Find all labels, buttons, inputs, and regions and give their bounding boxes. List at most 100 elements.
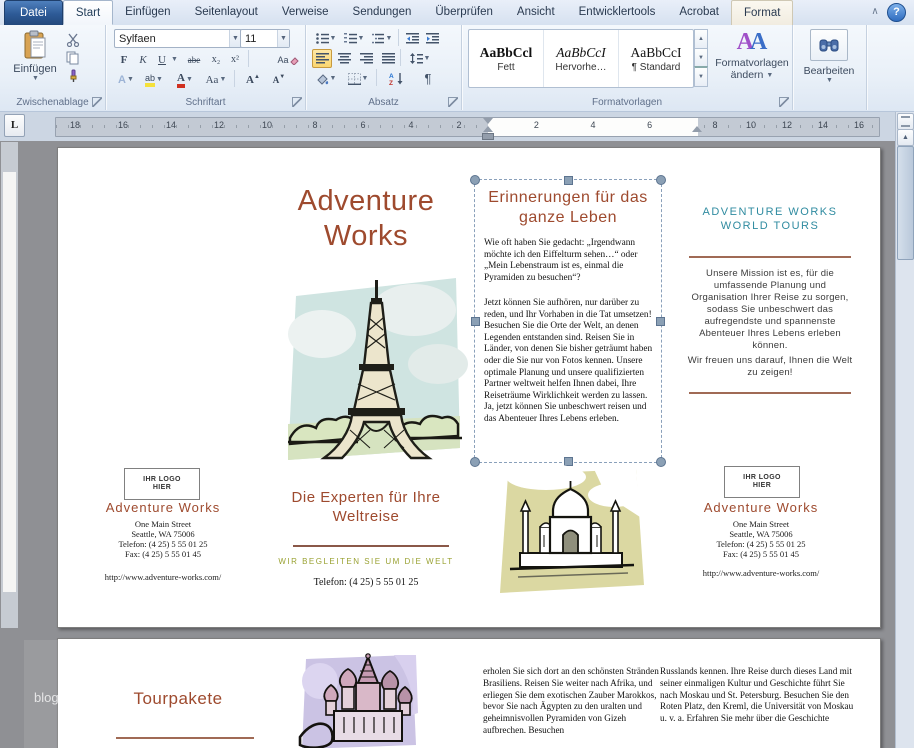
center-phone[interactable]: Telefon: (4 25) 5 55 01 25 xyxy=(281,577,451,588)
copy-button[interactable] xyxy=(64,49,96,67)
selection-handle-bottom-left[interactable] xyxy=(470,457,480,467)
selection-handle-middle-right[interactable] xyxy=(656,317,665,326)
grow-font-button[interactable]: A▲ xyxy=(240,70,266,89)
tab-verweise[interactable]: Verweise xyxy=(270,0,341,25)
taj-mahal-image[interactable] xyxy=(486,465,656,605)
memories-paragraph-1[interactable]: Wie oft haben Sie gedacht: „Irgendwann m… xyxy=(484,238,653,284)
address-block-right[interactable]: One Main Street Seattle, WA 75006 Telefo… xyxy=(671,519,851,559)
selection-handle-middle-left[interactable] xyxy=(471,317,480,326)
vertical-scrollbar[interactable]: ▲ xyxy=(895,112,914,748)
font-color-button[interactable]: A▼ xyxy=(170,70,200,89)
tab-format[interactable]: Format xyxy=(731,0,793,25)
first-line-indent-marker[interactable] xyxy=(483,118,493,124)
font-size-combo[interactable]: 11 ▼ xyxy=(240,29,290,48)
selection-handle-top-center[interactable] xyxy=(564,176,573,185)
borders-button[interactable]: ▼ xyxy=(344,69,372,88)
align-left-button[interactable] xyxy=(312,49,332,68)
sort-button[interactable]: AZ xyxy=(382,69,412,88)
page2-column-middle[interactable]: erholen Sie sich dort an den schönsten S… xyxy=(483,666,663,737)
scroll-up-button[interactable]: ▲ xyxy=(897,129,914,146)
help-button[interactable]: ? xyxy=(887,3,906,22)
bullets-button[interactable]: ▼ xyxy=(312,29,340,48)
bold-button[interactable]: F xyxy=(114,50,134,69)
logo-placeholder-left[interactable]: IHR LOGO HIER xyxy=(124,468,200,500)
right-indent-marker[interactable] xyxy=(692,126,702,132)
page2-heading[interactable]: Tourpakete xyxy=(113,689,243,709)
decrease-indent-button[interactable] xyxy=(402,29,422,48)
tab-entwicklertools[interactable]: Entwicklertools xyxy=(567,0,668,25)
world-tours-heading[interactable]: ADVENTURE WORKS WORLD TOURS xyxy=(689,205,851,233)
tab-acrobat[interactable]: Acrobat xyxy=(667,0,731,25)
address-block-left[interactable]: One Main Street Seattle, WA 75006 Telefo… xyxy=(73,519,253,559)
italic-button[interactable]: K xyxy=(133,50,153,69)
font-name-combo[interactable]: Sylfaen ▼ xyxy=(114,29,242,48)
document-page-2[interactable]: Tourpakete xyxy=(57,638,881,748)
document-page-1[interactable]: IHR LOGO HIER Adventure Works One Main S… xyxy=(57,147,881,628)
dialog-launcher-icon[interactable] xyxy=(92,97,102,107)
center-banner[interactable]: WIR BEGLEITEN SIE UM DIE WELT xyxy=(261,557,471,566)
selected-text-box[interactable]: Erinnerungen für das ganze Leben Wie oft… xyxy=(474,179,662,463)
tab-einfuegen[interactable]: Einfügen xyxy=(113,0,182,25)
numbering-button[interactable]: ▼ xyxy=(340,29,368,48)
align-right-button[interactable] xyxy=(356,49,376,68)
style-fett[interactable]: AaBbCcl Fett xyxy=(469,30,544,87)
brochure-title[interactable]: Adventure Works xyxy=(256,184,476,254)
dialog-launcher-icon[interactable] xyxy=(292,97,302,107)
company-name-right[interactable]: Adventure Works xyxy=(671,500,851,515)
dialog-launcher-icon[interactable] xyxy=(448,97,458,107)
st-basils-cathedral-image[interactable] xyxy=(298,653,423,748)
mission-text[interactable]: Unsere Mission ist es, für die umfassend… xyxy=(687,268,853,352)
tab-start[interactable]: Start xyxy=(63,0,113,25)
selection-handle-top-right[interactable] xyxy=(656,175,666,185)
change-styles-button[interactable]: AA Formatvorlagen ändern▼ xyxy=(716,29,788,81)
shading-button[interactable]: ▼ xyxy=(312,69,340,88)
selection-handle-top-left[interactable] xyxy=(470,175,480,185)
selection-handle-bottom-right[interactable] xyxy=(656,457,666,467)
left-indent-marker[interactable] xyxy=(482,133,494,140)
tab-seitenlayout[interactable]: Seitenlayout xyxy=(183,0,270,25)
increase-indent-button[interactable] xyxy=(422,29,442,48)
dialog-launcher-icon[interactable] xyxy=(779,97,789,107)
styles-scroll-up-button[interactable]: ▲ xyxy=(694,29,708,49)
mission-closing-text[interactable]: Wir freuen uns darauf, Ihnen die Welt zu… xyxy=(687,355,853,379)
ruler-toggle-button[interactable] xyxy=(897,113,914,130)
align-center-button[interactable] xyxy=(334,49,354,68)
style-standard[interactable]: AaBbCcI ¶ Standard xyxy=(619,30,693,87)
text-effects-button[interactable]: A▼ xyxy=(114,70,138,89)
center-tagline[interactable]: Die Experten für Ihre Weltreise xyxy=(281,488,451,526)
styles-gallery-more-button[interactable]: ▼ xyxy=(694,66,708,87)
tab-ueberpruefen[interactable]: Überprüfen xyxy=(423,0,505,25)
memories-paragraph-2[interactable]: Jetzt können Sie aufhören, nur darüber z… xyxy=(484,298,653,426)
page2-column-right[interactable]: Russlands kennen. Ihre Reise durch diese… xyxy=(660,666,856,725)
style-hervorhebung[interactable]: AaBbCcI Hervorhe… xyxy=(544,30,619,87)
eiffel-tower-image[interactable] xyxy=(286,272,468,470)
company-name-left[interactable]: Adventure Works xyxy=(73,500,253,515)
website-url-right[interactable]: http://www.adventure-works.com/ xyxy=(671,568,851,578)
horizontal-ruler[interactable]: 181614 12108 642 246 81012 1416 xyxy=(55,117,880,137)
multilevel-list-button[interactable]: ▼ xyxy=(368,29,396,48)
clear-formatting-button[interactable]: Aa xyxy=(274,50,302,69)
tab-ansicht[interactable]: Ansicht xyxy=(505,0,567,25)
pilcrow-button[interactable]: ¶ xyxy=(418,69,438,88)
strikethrough-button[interactable]: abe xyxy=(181,50,207,69)
tab-sendungen[interactable]: Sendungen xyxy=(341,0,424,25)
styles-scroll-down-button[interactable]: ▼ xyxy=(694,48,708,68)
justify-button[interactable] xyxy=(378,49,398,68)
tab-selector[interactable]: L xyxy=(4,114,25,137)
logo-placeholder-right[interactable]: IHR LOGO HIER xyxy=(724,466,800,498)
scrollbar-thumb[interactable] xyxy=(897,146,914,260)
highlight-button[interactable]: ab▼ xyxy=(139,70,169,89)
tab-datei[interactable]: Datei xyxy=(4,0,63,25)
superscript-button[interactable]: x² xyxy=(225,50,245,69)
memories-heading[interactable]: Erinnerungen für das ganze Leben xyxy=(479,188,657,228)
shrink-font-button[interactable]: A▼ xyxy=(266,70,292,89)
font-size-dropdown-icon[interactable]: ▼ xyxy=(277,30,289,47)
cut-button[interactable] xyxy=(64,31,96,49)
format-painter-button[interactable] xyxy=(64,67,96,85)
subscript-button[interactable]: x₂ xyxy=(206,50,226,69)
change-case-button[interactable]: Aa▼ xyxy=(201,70,231,89)
website-url-left[interactable]: http://www.adventure-works.com/ xyxy=(73,572,253,582)
hanging-indent-marker[interactable] xyxy=(483,126,493,132)
minimize-ribbon-icon[interactable]: ∧ xyxy=(865,0,885,25)
paste-button[interactable]: Einfügen ▼ xyxy=(10,29,60,97)
